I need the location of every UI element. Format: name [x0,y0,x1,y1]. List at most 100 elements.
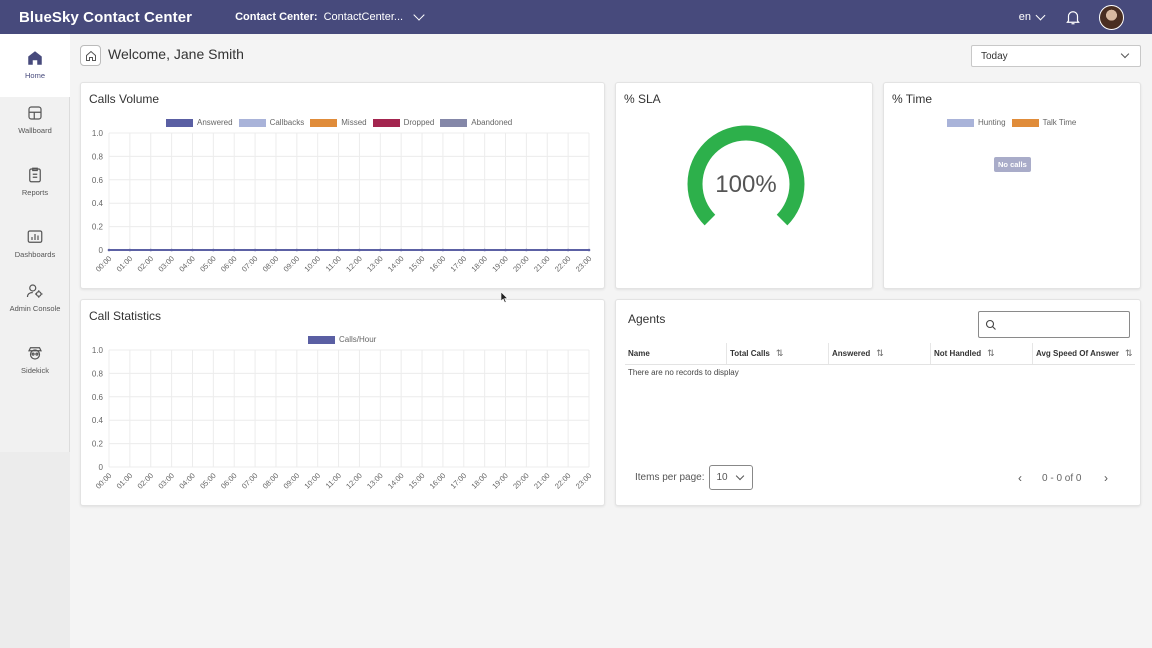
avatar[interactable] [1099,4,1124,30]
language-selector[interactable]: en [1018,10,1046,23]
chevron-down-icon [413,9,425,21]
bell-icon[interactable] [1064,8,1082,26]
x-tick-label: 03:00 [156,471,176,491]
contact-center-selector[interactable]: Contact Center: ContactCenter... [235,9,425,23]
data-point [107,248,111,252]
sidebar-item-wallboard[interactable]: Wallboard [0,104,70,144]
time-card: % Time Hunting Talk Time No calls [883,82,1141,289]
sla-card: % SLA 100% [615,82,873,289]
data-point [232,248,236,252]
column-not-handled[interactable]: Not Handled ⇅ [931,343,1033,364]
agents-card: Agents Name Total Calls ⇅ Answered ⇅ Not H… [615,299,1141,506]
x-tick-label: 12:00 [344,471,364,491]
x-tick-label: 18:00 [469,254,489,274]
x-tick-label: 00:00 [94,471,114,491]
x-tick-label: 05:00 [198,471,218,491]
legend-item[interactable]: Hunting [947,118,1006,127]
agents-title: Agents [628,312,666,326]
sla-gauge: 100% [687,125,805,226]
y-tick-label: 0.8 [92,152,104,161]
x-tick-label: 06:00 [219,254,239,274]
call-statistics-card: Call Statistics Calls/Hour 0 0.2 0.4 0.6 0.8… [80,299,605,506]
legend-swatch [1011,118,1039,127]
data-point [545,248,549,252]
agents-search-input[interactable] [978,311,1130,338]
sidebar-item-label: Home [24,71,45,80]
column-answered[interactable]: Answered ⇅ [829,343,931,364]
top-bar: BlueSky Contact Center Contact Center: C… [0,0,1152,34]
next-page-button[interactable]: › [1104,471,1108,485]
mouse-cursor-icon [501,292,509,303]
column-name: Name [625,343,727,364]
data-point [358,248,361,252]
sidebar-item-label: Reports [21,188,49,197]
date-range-select[interactable]: Today [971,45,1141,67]
x-tick-label: 09:00 [282,471,302,491]
items-per-page-select[interactable]: 10 [709,465,754,490]
x-tick-label: 23:00 [574,471,594,491]
reports-icon [29,167,41,183]
sort-icon[interactable]: ⇅ [987,348,995,359]
sort-icon[interactable]: ⇅ [776,348,784,359]
home-icon [28,51,42,65]
x-tick-label: 20:00 [511,471,531,491]
call-statistics-chart: 0 0.2 0.4 0.6 0.8 1.0 00:00 01:00 02:00 03:00 04:0… [92,346,594,491]
x-tick-label: 21:00 [532,254,552,274]
language-value: en [1018,11,1031,23]
x-tick-label: 02:00 [136,254,156,274]
sidebar-item-sidekick[interactable]: Sidekick [0,344,70,384]
sidebar: Home Wallboard Reports Dashboards Admin … [0,34,70,648]
legend-item[interactable]: Talk Time [1011,118,1076,127]
chevron-down-icon [1120,49,1130,59]
x-tick-label: 03:00 [156,254,176,274]
chevron-down-icon [736,471,745,481]
y-tick-label: 0.2 [92,440,104,449]
y-tick-label: 0.8 [92,369,104,378]
previous-page-button[interactable]: ‹ [1018,471,1022,485]
sidebar-item-reports[interactable]: Reports [0,166,70,206]
data-point [128,248,132,252]
data-point [462,248,466,252]
x-tick-label: 02:00 [136,471,156,491]
no-calls-badge: No calls [994,157,1031,172]
y-tick-label: 0.4 [92,199,104,208]
dashboards-icon [27,230,43,243]
data-point [566,248,570,252]
y-tick-label: 0.2 [92,223,104,232]
time-legend: Hunting Talk Time [947,118,1076,127]
data-point [483,248,486,252]
sort-icon[interactable]: ⇅ [876,348,884,359]
items-per-page-label: Items per page: [635,472,705,483]
sidekick-icon [28,347,42,360]
data-point [525,248,528,252]
x-tick-label: 16:00 [428,254,448,274]
admin-console-icon [26,284,43,298]
x-tick-label: 17:00 [449,254,469,274]
sla-value: 100% [715,171,776,198]
contact-center-value: ContactCenter... [323,11,404,23]
page-range: 0 - 0 of 0 [1042,473,1082,484]
data-point [170,248,173,252]
sidebar-item-dashboards[interactable]: Dashboards [0,228,70,268]
sort-icon[interactable]: ⇅ [1125,348,1133,359]
x-tick-label: 08:00 [261,471,281,491]
sla-title: % SLA [624,92,661,106]
data-point [379,248,382,252]
x-tick-label: 01:00 [115,471,135,491]
x-tick-label: 08:00 [261,254,281,274]
x-tick-label: 19:00 [490,254,510,274]
data-point [399,248,403,252]
contact-center-label: Contact Center: [235,11,318,23]
column-avg-speed-of-answer[interactable]: Avg Speed Of Answer ⇅ [1033,343,1135,364]
time-title: % Time [892,92,933,106]
x-tick-label: 16:00 [428,471,448,491]
chevron-down-icon [1035,10,1046,20]
home-button[interactable] [80,45,101,66]
sidebar-item-admin-console[interactable]: Admin Console [0,282,70,322]
sidebar-item-label: Wallboard [18,126,52,135]
column-total-calls[interactable]: Total Calls ⇅ [727,343,829,364]
sidebar-item-home[interactable]: Home [0,34,70,97]
x-tick-label: 05:00 [198,254,218,274]
data-point [149,248,153,252]
data-point [212,248,215,252]
